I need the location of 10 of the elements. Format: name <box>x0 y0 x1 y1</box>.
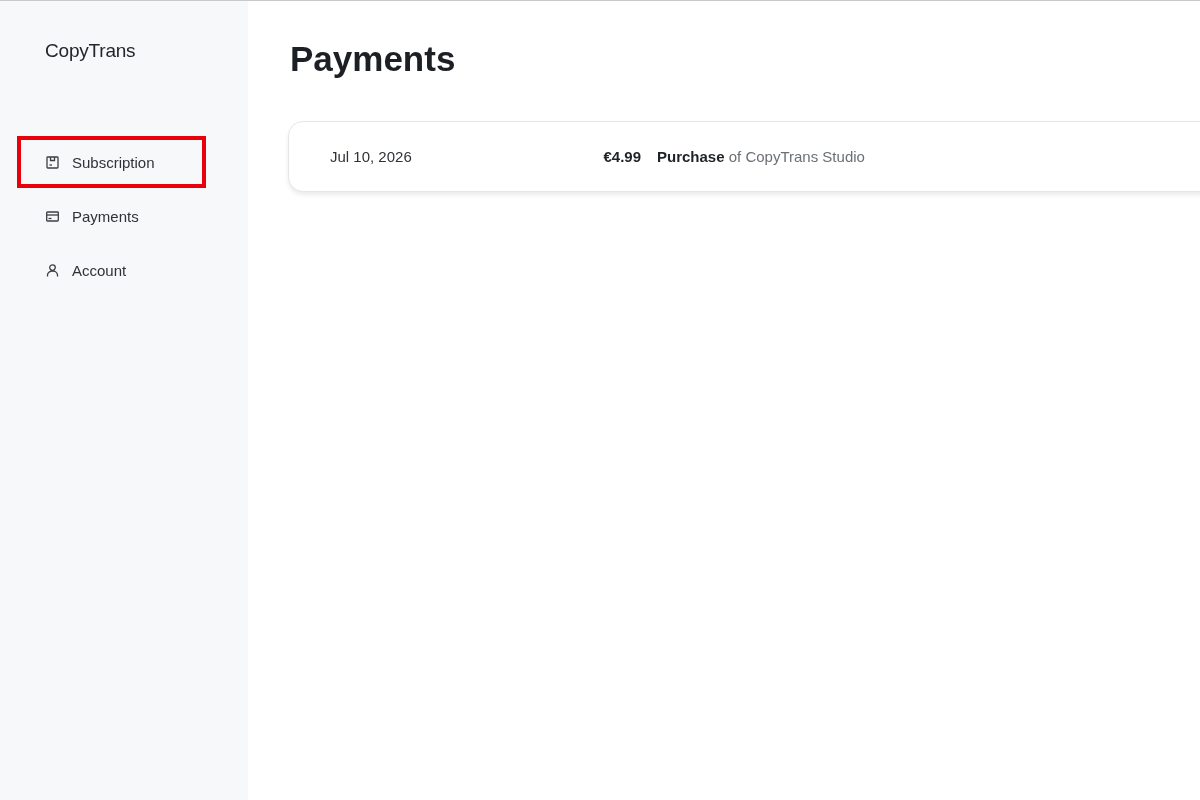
page-title: Payments <box>289 38 456 80</box>
payment-date: Jul 10, 2026 <box>330 148 413 165</box>
payment-amount: €4.99 <box>602 148 641 165</box>
logo-text: CopyTrans <box>45 39 136 63</box>
payment-description: Purchase of CopyTrans Studio <box>657 148 865 165</box>
card-icon <box>46 209 59 223</box>
sidebar-item[interactable]: Account <box>17 244 206 296</box>
sidebar-item[interactable]: Subscription <box>17 136 206 188</box>
sidebar-item[interactable]: Payments <box>17 190 206 242</box>
user-icon <box>46 263 59 277</box>
